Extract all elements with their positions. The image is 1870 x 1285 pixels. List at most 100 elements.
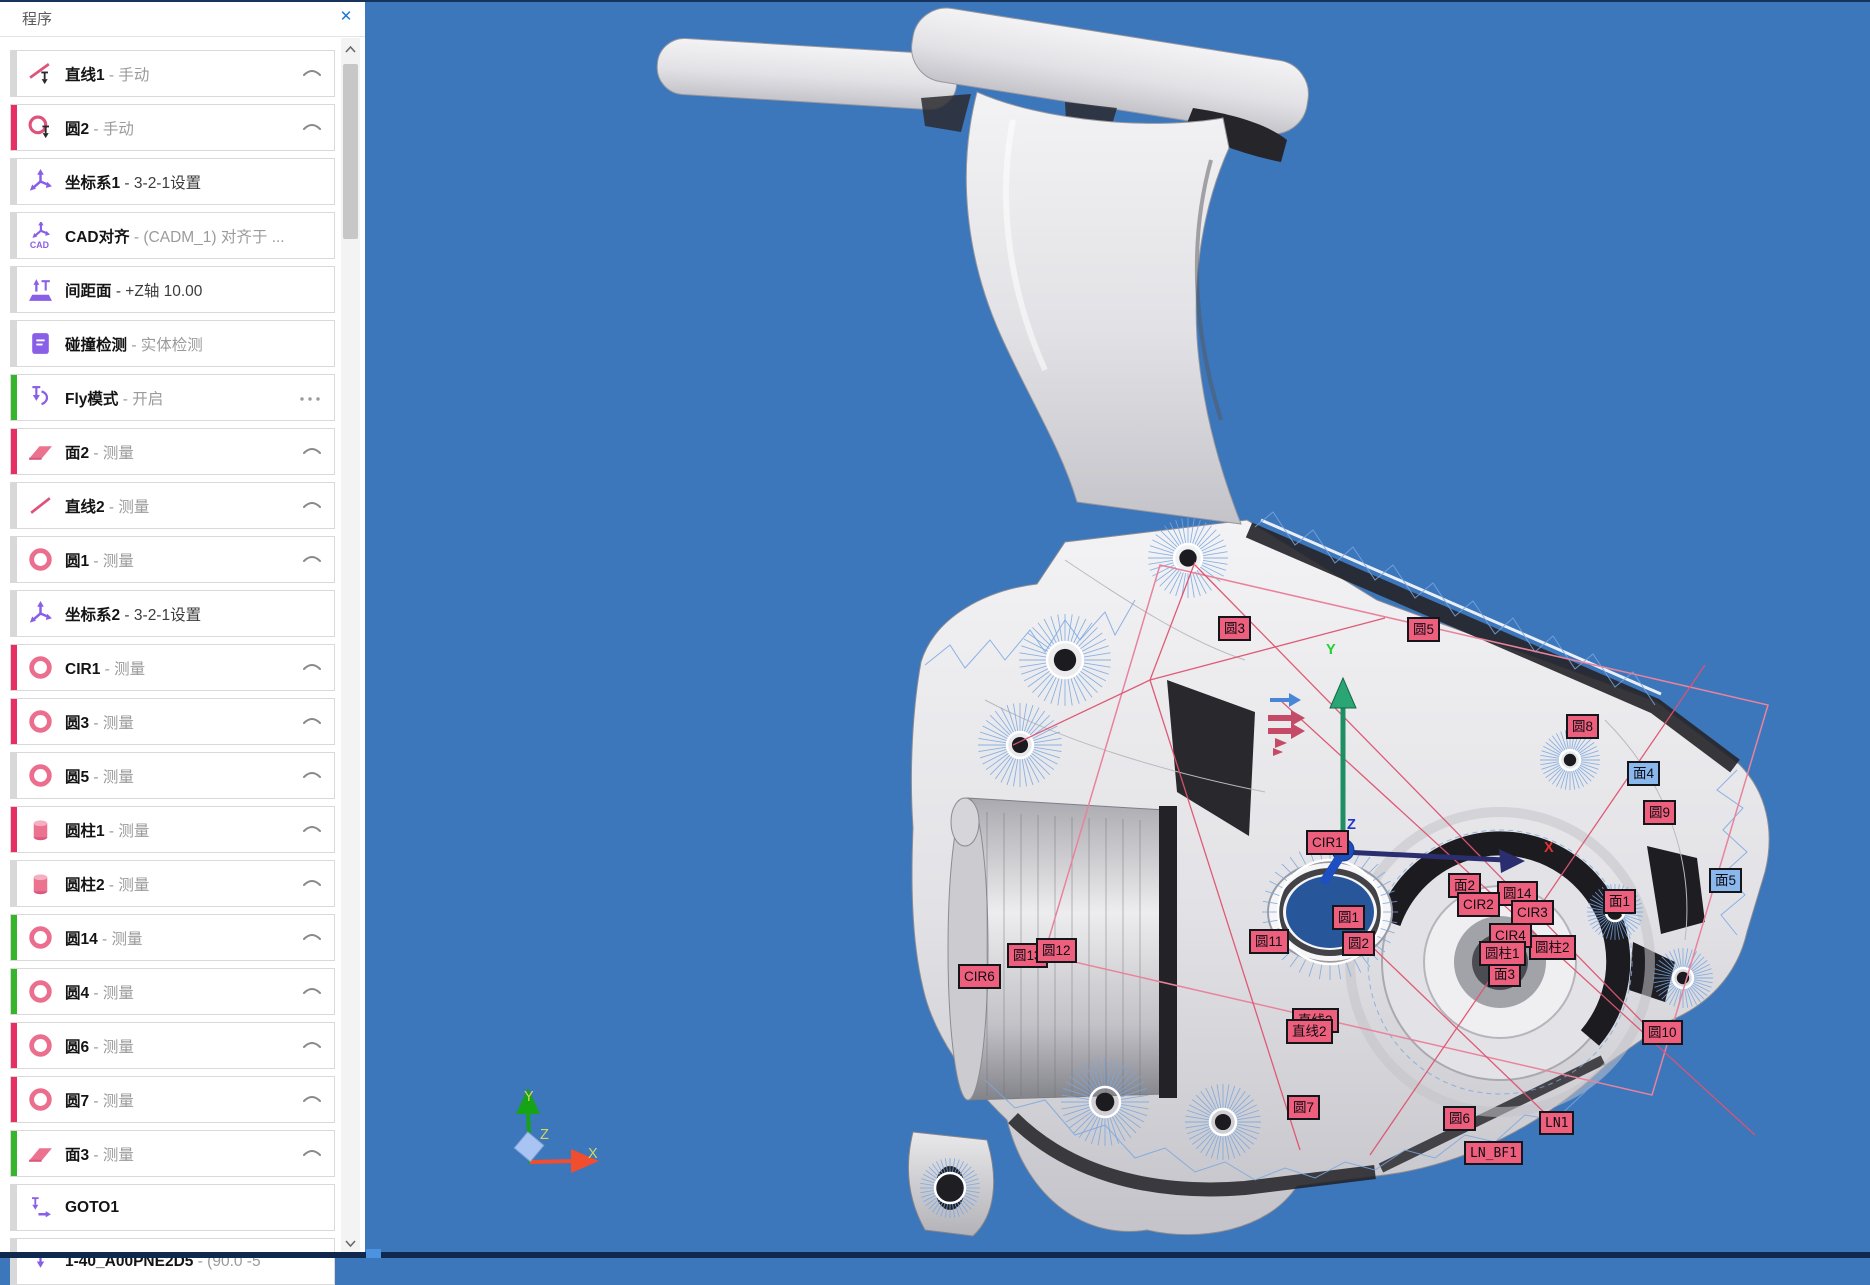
item-name: 间距面: [65, 283, 112, 300]
program-item-18[interactable]: 圆6 - 测量: [10, 1022, 335, 1069]
feature-label[interactable]: 圆9: [1643, 800, 1676, 825]
visibility-eye-icon[interactable]: [302, 767, 322, 785]
item-name: 圆6: [65, 1039, 89, 1056]
feature-label[interactable]: LN1: [1539, 1111, 1574, 1135]
feature-label[interactable]: 圆5: [1407, 617, 1440, 642]
program-item-13[interactable]: 圆5 - 测量: [10, 752, 335, 799]
program-item-11[interactable]: CIR1 - 测量: [10, 644, 335, 691]
feature-label[interactable]: 面4: [1627, 761, 1660, 786]
feature-label[interactable]: CIR1: [1306, 830, 1349, 855]
item-name: 直线1: [65, 67, 105, 84]
feature-label[interactable]: 圆3: [1218, 616, 1251, 641]
viewport-corner-accent: [366, 1249, 381, 1258]
item-suffix: 3-2-1设置: [134, 607, 201, 624]
feature-label[interactable]: 圆柱1: [1479, 941, 1526, 966]
feature-label[interactable]: 直线2: [1286, 1019, 1333, 1044]
feature-label[interactable]: 圆2: [1342, 931, 1375, 956]
program-item-7[interactable]: 面2 - 测量: [10, 428, 335, 475]
item-suffix: 测量: [114, 661, 145, 678]
program-item-17[interactable]: 圆4 - 测量: [10, 968, 335, 1015]
more-options-icon[interactable]: [298, 389, 322, 407]
3d-viewport[interactable]: [365, 0, 1870, 1258]
feature-label[interactable]: CIR3: [1511, 900, 1554, 925]
item-name: 圆14: [65, 931, 98, 948]
program-item-4[interactable]: 间距面 - +Z轴 10.00: [10, 266, 335, 313]
ring-icon: [27, 708, 54, 735]
program-item-20[interactable]: 面3 - 测量: [10, 1130, 335, 1177]
item-name: CIR1: [65, 661, 100, 678]
visibility-eye-icon[interactable]: [302, 983, 322, 1001]
feature-label[interactable]: CIR2: [1457, 892, 1500, 917]
feature-label[interactable]: 圆6: [1443, 1106, 1476, 1131]
goto-icon: [27, 1194, 54, 1221]
scroll-up-icon[interactable]: [341, 40, 360, 59]
program-item-16[interactable]: 圆14 - 测量: [10, 914, 335, 961]
item-name: 圆7: [65, 1093, 89, 1110]
item-suffix: 测量: [103, 715, 134, 732]
feature-label[interactable]: 圆柱2: [1529, 935, 1576, 960]
visibility-eye-icon[interactable]: [302, 1037, 322, 1055]
feature-label[interactable]: LN_BF1: [1464, 1141, 1523, 1165]
circle-probe-icon: [27, 114, 54, 141]
status-bar: [11, 267, 17, 312]
status-bar: [11, 1077, 17, 1122]
program-item-21[interactable]: GOTO1: [10, 1184, 335, 1231]
item-suffix: 手动: [118, 67, 149, 84]
item-name: 圆3: [65, 715, 89, 732]
scrollbar[interactable]: [341, 38, 360, 1258]
program-item-5[interactable]: 碰撞检测 - 实体检测: [10, 320, 335, 367]
offset-plane-icon: [27, 276, 54, 303]
visibility-eye-icon[interactable]: [302, 497, 322, 515]
visibility-eye-icon[interactable]: [302, 1091, 322, 1109]
status-bar: [11, 51, 17, 96]
ring-icon: [27, 654, 54, 681]
item-name: 坐标系2: [65, 607, 120, 624]
program-item-0[interactable]: 直线1 - 手动: [10, 50, 335, 97]
feature-label[interactable]: 圆1: [1332, 905, 1365, 930]
program-item-15[interactable]: 圆柱2 - 测量: [10, 860, 335, 907]
visibility-eye-icon[interactable]: [302, 875, 322, 893]
status-bar: [11, 1023, 17, 1068]
plane-icon: [27, 438, 54, 465]
program-item-3[interactable]: CADCAD对齐 - (CADM_1) 对齐于 ...: [10, 212, 335, 259]
visibility-eye-icon[interactable]: [302, 119, 322, 137]
scrollbar-thumb[interactable]: [343, 64, 358, 239]
visibility-eye-icon[interactable]: [302, 659, 322, 677]
feature-label[interactable]: 圆12: [1036, 938, 1077, 963]
visibility-eye-icon[interactable]: [302, 551, 322, 569]
program-item-6[interactable]: Fly模式 - 开启: [10, 374, 335, 421]
program-item-1[interactable]: 圆2 - 手动: [10, 104, 335, 151]
status-bar: [11, 591, 17, 636]
program-item-19[interactable]: 圆7 - 测量: [10, 1076, 335, 1123]
ring-icon: [27, 1032, 54, 1059]
feature-label[interactable]: 面1: [1603, 889, 1636, 914]
ring-icon: [27, 1086, 54, 1113]
visibility-eye-icon[interactable]: [302, 1145, 322, 1163]
feature-label[interactable]: 圆7: [1287, 1095, 1320, 1120]
program-item-14[interactable]: 圆柱1 - 测量: [10, 806, 335, 853]
program-item-8[interactable]: 直线2 - 测量: [10, 482, 335, 529]
triad-icon: [27, 168, 54, 195]
program-item-9[interactable]: 圆1 - 测量: [10, 536, 335, 583]
feature-label[interactable]: 面3: [1488, 962, 1521, 987]
feature-label[interactable]: 圆10: [1642, 1020, 1683, 1045]
item-suffix: (CADM_1) 对齐于 ...: [143, 229, 284, 246]
visibility-eye-icon[interactable]: [302, 65, 322, 83]
feature-label[interactable]: 圆8: [1566, 714, 1599, 739]
item-suffix: 测量: [118, 877, 149, 894]
visibility-eye-icon[interactable]: [302, 713, 322, 731]
item-name: 直线2: [65, 499, 105, 516]
visibility-eye-icon[interactable]: [302, 929, 322, 947]
scroll-down-icon[interactable]: [341, 1234, 360, 1253]
feature-label[interactable]: 面5: [1709, 868, 1742, 893]
feature-label[interactable]: 圆11: [1249, 929, 1289, 954]
program-item-10[interactable]: 坐标系2 - 3-2-1设置: [10, 590, 335, 637]
program-item-2[interactable]: 坐标系1 - 3-2-1设置: [10, 158, 335, 205]
feature-label[interactable]: CIR6: [958, 964, 1001, 989]
visibility-eye-icon[interactable]: [302, 443, 322, 461]
visibility-eye-icon[interactable]: [302, 821, 322, 839]
item-name: 圆柱1: [65, 823, 105, 840]
program-item-12[interactable]: 圆3 - 测量: [10, 698, 335, 745]
program-item-22[interactable]: 1-40_A00PNE2D5 - (90.0 -5: [10, 1238, 335, 1285]
svg-text:CAD: CAD: [30, 240, 49, 249]
